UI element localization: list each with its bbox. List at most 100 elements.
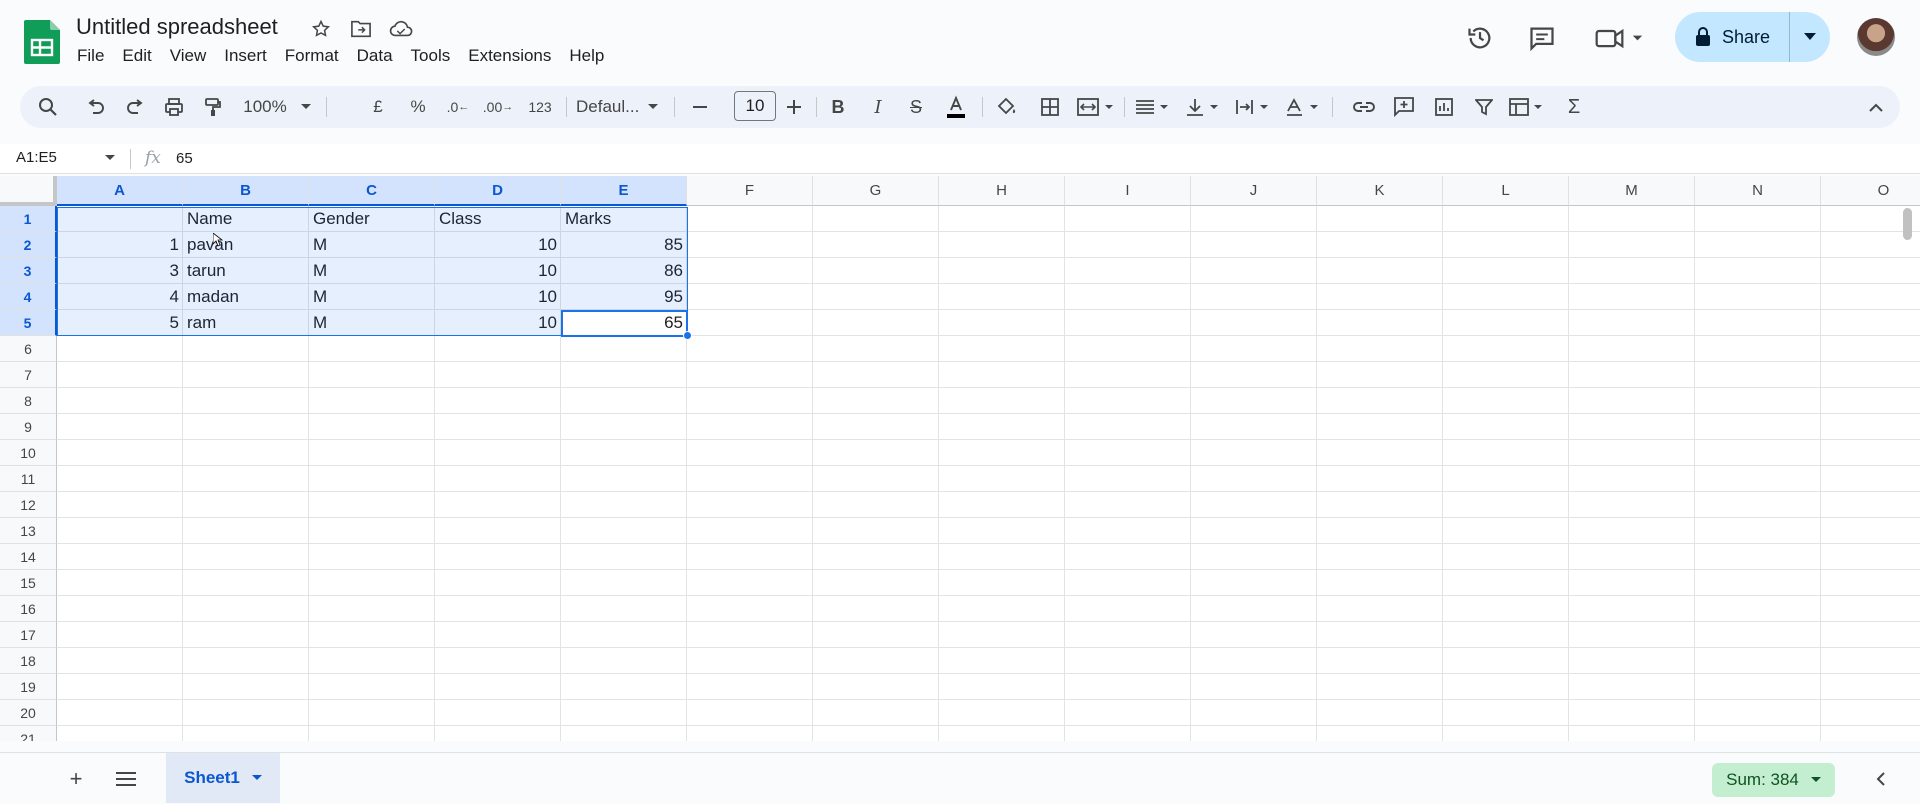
- row-header-13[interactable]: 13: [0, 518, 57, 544]
- row-header-11[interactable]: 11: [0, 466, 57, 492]
- decrease-font-size-icon[interactable]: [686, 86, 714, 128]
- fill-color-icon[interactable]: [988, 86, 1024, 128]
- column-header-j[interactable]: J: [1191, 176, 1317, 206]
- row-header-16[interactable]: 16: [0, 596, 57, 622]
- column-header-m[interactable]: M: [1569, 176, 1695, 206]
- column-header-n[interactable]: N: [1695, 176, 1821, 206]
- strikethrough-icon[interactable]: S: [898, 86, 934, 128]
- menu-data[interactable]: Data: [348, 46, 402, 66]
- column-header-k[interactable]: K: [1317, 176, 1443, 206]
- side-panel-toggle-icon[interactable]: [1876, 767, 1886, 793]
- select-all-corner[interactable]: [0, 176, 57, 206]
- share-dropdown-button[interactable]: [1790, 12, 1830, 62]
- zoom-select[interactable]: 100%: [240, 86, 290, 128]
- row-header-17[interactable]: 17: [0, 622, 57, 648]
- search-menus-icon[interactable]: [32, 86, 64, 128]
- row-header-1[interactable]: 1: [0, 206, 57, 232]
- row-header-14[interactable]: 14: [0, 544, 57, 570]
- column-header-i[interactable]: I: [1065, 176, 1191, 206]
- collapse-toolbar-icon[interactable]: [1862, 86, 1890, 128]
- horizontal-align-icon[interactable]: [1130, 86, 1178, 128]
- row-header-15[interactable]: 15: [0, 570, 57, 596]
- more-formats-button[interactable]: 123: [520, 86, 560, 128]
- column-header-h[interactable]: H: [939, 176, 1065, 206]
- row-header-18[interactable]: 18: [0, 648, 57, 674]
- menu-file[interactable]: File: [68, 46, 113, 66]
- row-header-19[interactable]: 19: [0, 674, 57, 700]
- insert-link-icon[interactable]: [1346, 86, 1382, 128]
- insert-chart-icon[interactable]: [1426, 86, 1462, 128]
- row-header-9[interactable]: 9: [0, 414, 57, 440]
- sheet-tab-caret-icon[interactable]: [251, 775, 262, 781]
- column-header-a[interactable]: A: [57, 176, 183, 206]
- percent-format-button[interactable]: %: [398, 86, 438, 128]
- menu-insert[interactable]: Insert: [215, 46, 276, 66]
- avatar[interactable]: [1857, 18, 1895, 56]
- bold-icon[interactable]: B: [820, 86, 856, 128]
- menu-view[interactable]: View: [161, 46, 216, 66]
- undo-icon[interactable]: [80, 86, 112, 128]
- formula-input[interactable]: 65: [176, 150, 193, 167]
- add-sheet-icon[interactable]: +: [60, 763, 92, 795]
- filter-icon[interactable]: [1466, 86, 1502, 128]
- table-view-icon[interactable]: [1504, 86, 1552, 128]
- italic-icon[interactable]: I: [860, 86, 896, 128]
- insert-comment-icon[interactable]: [1386, 86, 1422, 128]
- column-header-l[interactable]: L: [1443, 176, 1569, 206]
- borders-icon[interactable]: [1032, 86, 1068, 128]
- functions-icon[interactable]: Σ: [1556, 86, 1592, 128]
- name-box-caret-icon[interactable]: [105, 150, 115, 164]
- column-header-c[interactable]: C: [309, 176, 435, 206]
- sheets-logo-icon[interactable]: [24, 20, 60, 64]
- row-header-3[interactable]: 3: [0, 258, 57, 284]
- star-icon[interactable]: [308, 16, 334, 42]
- column-header-e[interactable]: E: [561, 176, 687, 206]
- cell-e5[interactable]: 65: [561, 310, 687, 336]
- name-box[interactable]: A1:E5: [16, 149, 57, 166]
- font-size-input[interactable]: 10: [734, 91, 776, 121]
- column-header-d[interactable]: D: [435, 176, 561, 206]
- increase-font-size-icon[interactable]: [780, 86, 808, 128]
- text-wrapping-icon[interactable]: [1230, 86, 1278, 128]
- column-header-o[interactable]: O: [1821, 176, 1920, 206]
- row-header-21[interactable]: 21: [0, 726, 57, 741]
- version-history-icon[interactable]: [1462, 20, 1498, 56]
- row-header-7[interactable]: 7: [0, 362, 57, 388]
- row-header-5[interactable]: 5: [0, 310, 57, 336]
- row-header-10[interactable]: 10: [0, 440, 57, 466]
- menu-edit[interactable]: Edit: [113, 46, 160, 66]
- column-header-f[interactable]: F: [687, 176, 813, 206]
- meet-icon[interactable]: [1592, 20, 1648, 56]
- text-rotation-icon[interactable]: [1280, 86, 1328, 128]
- tab-sheet1[interactable]: Sheet1: [166, 753, 280, 803]
- menu-extensions[interactable]: Extensions: [459, 46, 560, 66]
- merge-cells-icon[interactable]: [1072, 86, 1120, 128]
- menu-help[interactable]: Help: [560, 46, 613, 66]
- decrease-decimal-button[interactable]: .0 ←: [438, 86, 478, 128]
- menu-tools[interactable]: Tools: [402, 46, 460, 66]
- fill-handle[interactable]: [683, 331, 692, 340]
- print-icon[interactable]: [158, 86, 190, 128]
- increase-decimal-button[interactable]: .00 →: [478, 86, 518, 128]
- row-header-12[interactable]: 12: [0, 492, 57, 518]
- cloud-saved-icon[interactable]: [388, 16, 414, 42]
- column-header-b[interactable]: B: [183, 176, 309, 206]
- comments-icon[interactable]: [1524, 20, 1560, 56]
- vertical-scrollbar[interactable]: [1903, 208, 1912, 240]
- vertical-align-icon[interactable]: [1180, 86, 1228, 128]
- column-header-g[interactable]: G: [813, 176, 939, 206]
- row-header-6[interactable]: 6: [0, 336, 57, 362]
- redo-icon[interactable]: [119, 86, 151, 128]
- paint-format-icon[interactable]: [197, 86, 229, 128]
- menu-format[interactable]: Format: [276, 46, 348, 66]
- row-header-2[interactable]: 2: [0, 232, 57, 258]
- row-header-8[interactable]: 8: [0, 388, 57, 414]
- document-title[interactable]: Untitled spreadsheet: [76, 14, 278, 40]
- row-header-20[interactable]: 20: [0, 700, 57, 726]
- all-sheets-icon[interactable]: [110, 763, 142, 795]
- move-to-folder-icon[interactable]: [348, 16, 374, 42]
- font-caret-icon[interactable]: [645, 86, 661, 128]
- sum-summary-button[interactable]: Sum: 384: [1712, 763, 1835, 797]
- share-button[interactable]: Share: [1675, 12, 1790, 62]
- text-color-icon[interactable]: [938, 86, 974, 128]
